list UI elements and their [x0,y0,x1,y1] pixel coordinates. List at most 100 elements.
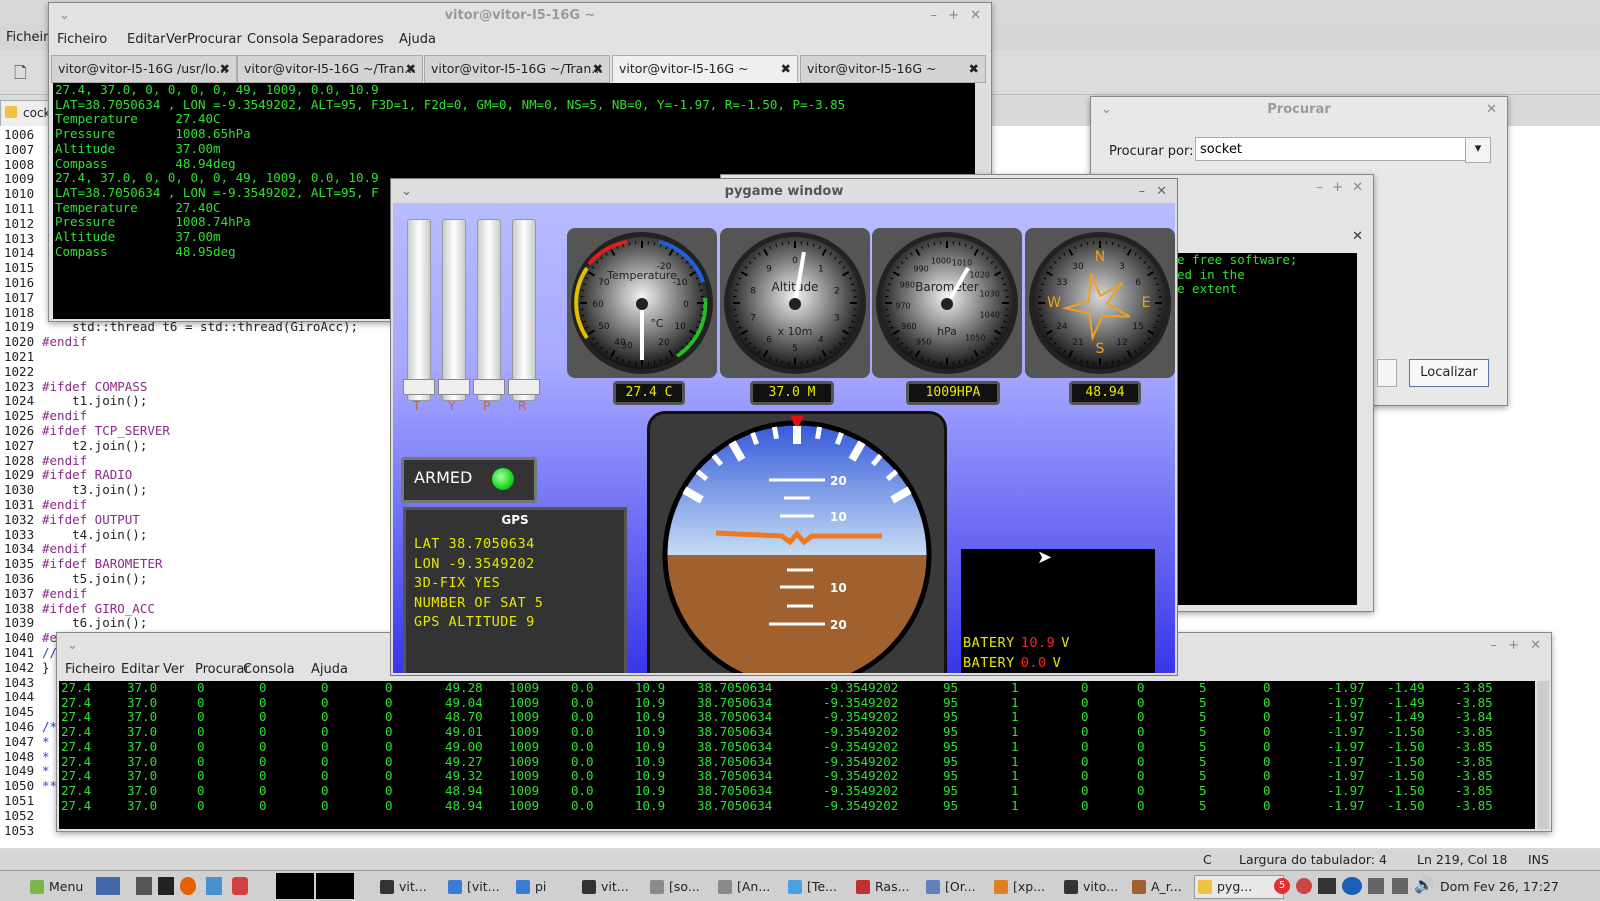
line-number: 1030 [4,483,38,498]
files-icon[interactable] [136,877,152,895]
terminal-tab[interactable]: vitor@vitor-I5-16G ~✖ [800,55,986,83]
menu-icon [30,880,44,894]
data-cell: 10.9 [635,696,665,711]
terminal-tab[interactable]: vitor@vitor-I5-16G ~✖ [612,55,798,83]
minimize-icon[interactable]: – [1317,180,1324,195]
data-cell: 0 [197,784,205,799]
menu-item[interactable]: Editar [121,662,160,677]
data-cell: 95 [943,740,958,755]
close-icon[interactable]: ✕ [1486,102,1497,117]
terminal-tab[interactable]: vitor@vitor-I5-16G ~/Tran...✖ [424,55,610,83]
window-menu-icon[interactable]: ⌄ [401,184,412,199]
find-button[interactable]: Localizar [1409,359,1489,387]
data-cell: -1.97 [1327,710,1365,725]
settings-icon[interactable] [232,877,248,895]
volume-icon[interactable]: 🔊 [1414,875,1434,894]
data-cell: 95 [943,681,958,696]
data-cell: 27.4 [61,769,91,784]
line-number: 1052 [4,809,38,824]
status-tab-width[interactable]: Largura do tabulador: 4 [1239,852,1387,867]
menu-item[interactable]: Procurar [195,662,250,677]
close-icon[interactable]: ✕ [1352,180,1363,195]
new-file-icon[interactable]: 🗋 [14,62,27,89]
taskbar-window-label: pi [535,879,546,894]
status-language[interactable]: C [1203,852,1212,867]
data-cell: 38.7050634 [697,710,772,725]
code-line: * [42,750,50,765]
pitch-label: 10 [830,581,847,595]
search-input[interactable] [1195,137,1469,161]
scrollbar[interactable] [1537,681,1549,829]
search-dialog-title: Procurar [1091,97,1507,123]
pitch-label: 20 [830,474,847,488]
workspace-1[interactable] [276,873,314,899]
line-number: 1009 [4,172,38,187]
editor-tab-label: cock [23,106,51,120]
terminal-icon[interactable] [158,877,174,895]
maximize-icon[interactable]: + [1332,180,1343,195]
data-cell: 10.9 [635,784,665,799]
close-tab-icon[interactable]: ✖ [593,56,603,82]
terminal-tab[interactable]: vitor@vitor-I5-16G ~/Tran...✖ [237,55,423,83]
data-cell: 0 [1263,740,1271,755]
minimize-icon[interactable]: – [1491,638,1498,653]
network-icon[interactable] [1368,878,1384,894]
data-cell: 38.7050634 [697,681,772,696]
line-number: 1047 [4,735,38,750]
data-cell: 0.0 [571,755,594,770]
notification-badge[interactable]: 5 [1274,878,1290,894]
minimize-icon[interactable]: – [1139,184,1146,199]
hp-icon[interactable] [1342,877,1362,895]
close-icon[interactable]: ✕ [1530,638,1541,653]
window-menu-icon[interactable]: ⌄ [1101,102,1112,117]
data-cell: 49.04 [445,696,483,711]
data-cell: 0.0 [571,784,594,799]
close-icon[interactable]: ✕ [1352,229,1363,244]
line-number: 1043 [4,676,38,691]
editor-tab[interactable]: cock [0,100,54,128]
terminal-line: Altitude 37.00m [55,142,973,157]
data-cell: 38.7050634 [697,769,772,784]
clock[interactable]: Dom Fev 26, 17:27 [1440,879,1559,894]
display-icon[interactable] [1318,878,1336,894]
microphone-icon[interactable] [1392,878,1408,894]
terminal-data-row: 27.437.0000048.9410090.010.938.7050634-9… [59,784,1535,799]
show-desktop-icon[interactable] [96,877,120,895]
line-number: 1040 [4,631,38,646]
close-tab-icon[interactable]: ✖ [406,56,416,82]
terminal-output[interactable]: 27.437.0000049.2810090.010.938.7050634-9… [59,681,1535,829]
workspace-2[interactable] [316,873,354,899]
taskbar-window-button[interactable]: pyg... [1194,875,1284,899]
code-line: * [42,764,50,779]
close-icon[interactable]: ✕ [1156,184,1167,199]
menu-item[interactable]: Consola [243,662,295,677]
data-cell: 10.9 [635,755,665,770]
cancel-button[interactable] [1377,359,1397,387]
data-cell: 0 [197,740,205,755]
data-cell: 0 [1137,710,1145,725]
terminal-tab[interactable]: vitor@vitor-I5-16G /usr/lo...✖ [51,55,237,83]
close-tab-icon[interactable]: ✖ [969,56,979,82]
data-cell: 0 [1081,784,1089,799]
window-menu-icon[interactable]: ⌄ [67,638,78,653]
data-cell: 49.01 [445,725,483,740]
close-tab-icon[interactable]: ✖ [781,56,791,82]
taskbar-window-label: vit... [399,879,427,894]
code-line: t2.join(); [42,439,147,454]
line-number: 1048 [4,750,38,765]
terminal-data-row: 27.437.0000049.0010090.010.938.7050634-9… [59,740,1535,755]
dropdown-arrow-icon[interactable]: ▾ [1465,137,1491,163]
update-icon[interactable] [1296,878,1312,894]
close-tab-icon[interactable]: ✖ [220,56,230,82]
data-cell: 38.7050634 [697,755,772,770]
pygame-title: pygame window [391,179,1177,205]
taskbar-window-label: Ras... [875,879,910,894]
menu-item[interactable]: Ficheiro [65,662,115,677]
data-cell: 0 [259,755,267,770]
firefox-icon[interactable] [180,877,196,895]
monitor-icon[interactable] [206,877,222,895]
menu-item[interactable]: Ajuda [311,662,348,677]
menu-item[interactable]: Ver [163,662,184,677]
maximize-icon[interactable]: + [1508,638,1519,653]
data-cell: 0 [385,696,393,711]
